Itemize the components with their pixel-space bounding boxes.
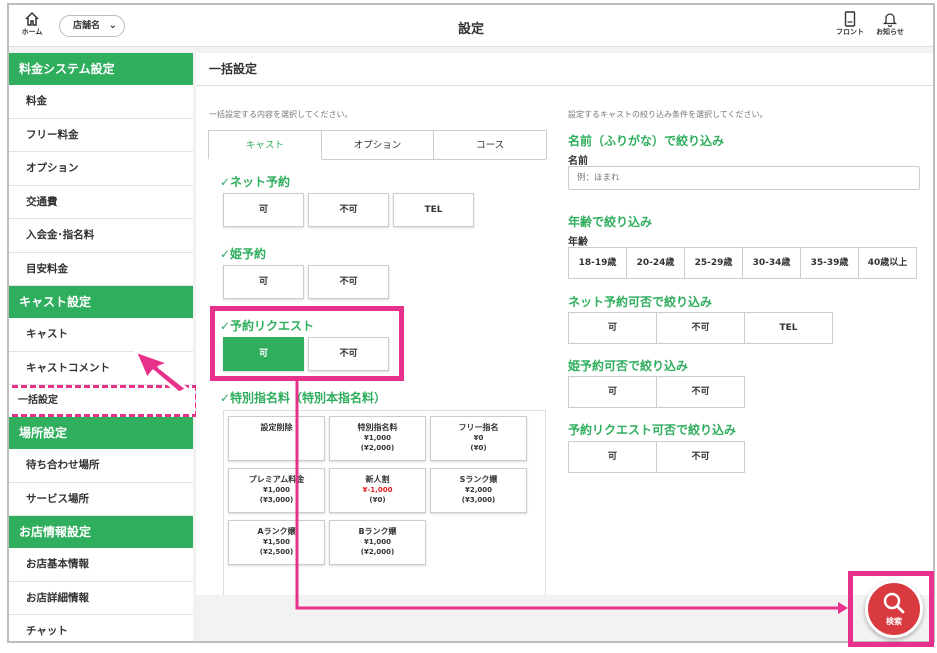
search-label: 検索	[886, 617, 902, 626]
search-button[interactable]: 検索	[865, 580, 923, 638]
search-icon	[883, 592, 905, 614]
connector-arrow	[295, 378, 848, 614]
